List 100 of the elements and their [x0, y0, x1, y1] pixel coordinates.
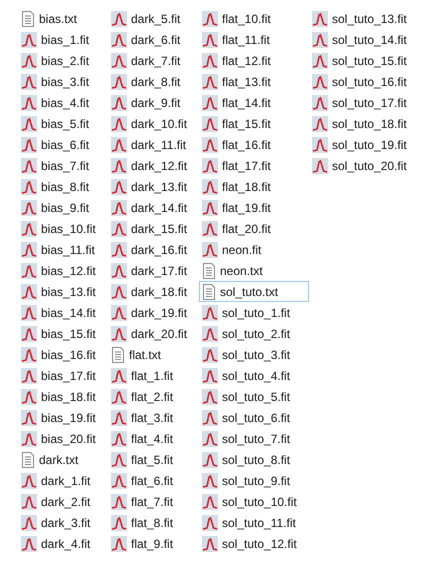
file-item[interactable]: dark_2.fit: [18, 491, 108, 512]
peak-curve-icon: [21, 262, 37, 278]
file-item[interactable]: flat_12.fit: [199, 50, 309, 71]
file-item[interactable]: sol_tuto_6.fit: [199, 407, 309, 428]
file-item[interactable]: dark.txt: [18, 449, 108, 470]
file-item[interactable]: flat_9.fit: [108, 533, 199, 554]
file-item[interactable]: dark_7.fit: [108, 50, 199, 71]
file-item[interactable]: sol_tuto_15.fit: [309, 50, 419, 71]
file-item[interactable]: dark_17.fit: [108, 260, 199, 281]
file-item[interactable]: flat_2.fit: [108, 386, 199, 407]
peak-curve-icon: [111, 304, 127, 320]
file-item[interactable]: flat.txt: [108, 344, 199, 365]
peak-curve-icon: [21, 94, 37, 110]
file-item[interactable]: sol_tuto_9.fit: [199, 470, 309, 491]
file-item[interactable]: dark_13.fit: [108, 176, 199, 197]
file-item[interactable]: dark_18.fit: [108, 281, 199, 302]
peak-curve-icon: [21, 220, 37, 236]
file-item[interactable]: bias_15.fit: [18, 323, 108, 344]
file-item[interactable]: sol_tuto_8.fit: [199, 449, 309, 470]
file-item[interactable]: sol_tuto_7.fit: [199, 428, 309, 449]
file-item[interactable]: sol_tuto_17.fit: [309, 92, 419, 113]
file-item[interactable]: flat_1.fit: [108, 365, 199, 386]
file-item[interactable]: dark_14.fit: [108, 197, 199, 218]
file-item[interactable]: dark_10.fit: [108, 113, 199, 134]
file-item[interactable]: bias_5.fit: [18, 113, 108, 134]
file-item[interactable]: bias_11.fit: [18, 239, 108, 260]
file-item[interactable]: bias_6.fit: [18, 134, 108, 155]
file-item[interactable]: bias_17.fit: [18, 365, 108, 386]
file-item[interactable]: sol_tuto_13.fit: [309, 8, 419, 29]
file-item[interactable]: sol_tuto_10.fit: [199, 491, 309, 512]
file-item[interactable]: dark_3.fit: [18, 512, 108, 533]
file-item[interactable]: bias_8.fit: [18, 176, 108, 197]
file-item[interactable]: dark_9.fit: [108, 92, 199, 113]
file-item[interactable]: sol_tuto_11.fit: [199, 512, 309, 533]
peak-curve-icon: [202, 452, 218, 468]
file-item[interactable]: bias_19.fit: [18, 407, 108, 428]
file-item[interactable]: flat_17.fit: [199, 155, 309, 176]
file-item[interactable]: dark_11.fit: [108, 134, 199, 155]
file-item[interactable]: dark_6.fit: [108, 29, 199, 50]
file-item[interactable]: flat_16.fit: [199, 134, 309, 155]
file-item[interactable]: dark_4.fit: [18, 533, 108, 554]
peak-curve-icon: [202, 472, 218, 488]
file-item[interactable]: bias_7.fit: [18, 155, 108, 176]
file-item[interactable]: flat_14.fit: [199, 92, 309, 113]
peak-curve-icon: [21, 304, 37, 320]
file-item[interactable]: bias_18.fit: [18, 386, 108, 407]
file-item[interactable]: dark_15.fit: [108, 218, 199, 239]
peak-curve-icon: [21, 178, 37, 194]
file-item[interactable]: sol_tuto_1.fit: [199, 302, 309, 323]
peak-curve-icon: [21, 536, 37, 552]
file-item[interactable]: flat_5.fit: [108, 449, 199, 470]
peak-curve-icon: [202, 368, 218, 384]
file-item[interactable]: flat_6.fit: [108, 470, 199, 491]
file-item[interactable]: dark_20.fit: [108, 323, 199, 344]
file-item[interactable]: dark_8.fit: [108, 71, 199, 92]
file-item[interactable]: flat_20.fit: [199, 218, 309, 239]
file-item[interactable]: flat_13.fit: [199, 71, 309, 92]
file-item[interactable]: sol_tuto_20.fit: [309, 155, 419, 176]
file-item[interactable]: sol_tuto.txt: [199, 281, 309, 302]
file-item[interactable]: sol_tuto_12.fit: [199, 533, 309, 554]
file-item[interactable]: flat_7.fit: [108, 491, 199, 512]
file-item[interactable]: flat_15.fit: [199, 113, 309, 134]
file-item[interactable]: bias_20.fit: [18, 428, 108, 449]
file-item[interactable]: bias_4.fit: [18, 92, 108, 113]
file-item[interactable]: bias_16.fit: [18, 344, 108, 365]
file-item[interactable]: bias_12.fit: [18, 260, 108, 281]
file-item[interactable]: sol_tuto_4.fit: [199, 365, 309, 386]
file-item[interactable]: dark_16.fit: [108, 239, 199, 260]
file-item[interactable]: flat_11.fit: [199, 29, 309, 50]
file-item[interactable]: dark_12.fit: [108, 155, 199, 176]
file-item[interactable]: flat_4.fit: [108, 428, 199, 449]
peak-curve-icon: [21, 284, 37, 300]
document-icon: [202, 284, 216, 300]
file-item[interactable]: sol_tuto_18.fit: [309, 113, 419, 134]
file-item[interactable]: bias_9.fit: [18, 197, 108, 218]
file-item[interactable]: bias_10.fit: [18, 218, 108, 239]
file-item[interactable]: sol_tuto_19.fit: [309, 134, 419, 155]
file-item[interactable]: sol_tuto_16.fit: [309, 71, 419, 92]
file-item[interactable]: neon.fit: [199, 239, 309, 260]
file-item[interactable]: bias_13.fit: [18, 281, 108, 302]
file-item[interactable]: bias_14.fit: [18, 302, 108, 323]
file-item[interactable]: dark_19.fit: [108, 302, 199, 323]
file-item[interactable]: dark_1.fit: [18, 470, 108, 491]
file-item[interactable]: sol_tuto_5.fit: [199, 386, 309, 407]
file-item[interactable]: bias_2.fit: [18, 50, 108, 71]
file-item[interactable]: sol_tuto_3.fit: [199, 344, 309, 365]
file-item[interactable]: flat_19.fit: [199, 197, 309, 218]
file-item[interactable]: dark_5.fit: [108, 8, 199, 29]
file-item[interactable]: sol_tuto_14.fit: [309, 29, 419, 50]
file-item[interactable]: flat_3.fit: [108, 407, 199, 428]
file-item[interactable]: bias_3.fit: [18, 71, 108, 92]
peak-curve-icon: [21, 410, 37, 426]
file-item[interactable]: flat_18.fit: [199, 176, 309, 197]
file-item[interactable]: neon.txt: [199, 260, 309, 281]
file-item[interactable]: bias.txt: [18, 8, 108, 29]
file-item[interactable]: sol_tuto_2.fit: [199, 323, 309, 344]
file-item[interactable]: bias_1.fit: [18, 29, 108, 50]
peak-curve-icon: [202, 158, 218, 174]
file-item[interactable]: flat_10.fit: [199, 8, 309, 29]
file-item[interactable]: flat_8.fit: [108, 512, 199, 533]
